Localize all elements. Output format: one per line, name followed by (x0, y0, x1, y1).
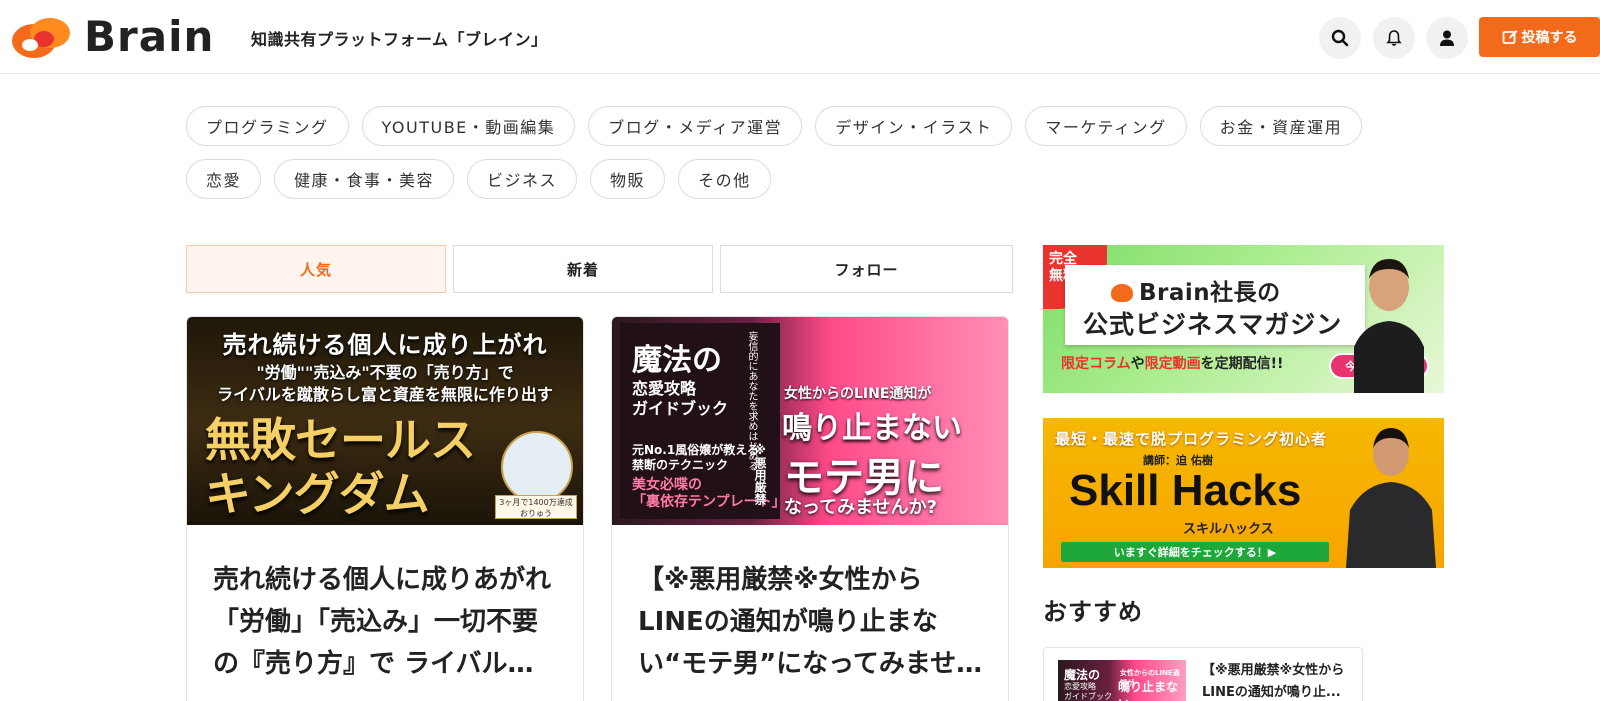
brain-magazine-banner[interactable]: 完全 無料 Brain社長の 公式ビジネスマガジン 限定コラムや限定動画を定期配… (1043, 245, 1444, 393)
tab-popular[interactable]: 人気 (186, 245, 446, 293)
thumb-text-line: ガイドブック (1064, 692, 1112, 701)
thumb-text-line: 元No.1風俗嬢が教える (632, 443, 759, 457)
banner-subtext-part: や (1130, 356, 1145, 372)
recommend-thumbnail[interactable]: 魔法の 恋愛攻略 ガイドブック 女性からのLINE通知が 鳴り止まない (1058, 660, 1186, 701)
thumb-text: 売れ続ける個人に成り上がれ (222, 331, 548, 359)
article-thumbnail[interactable]: 魔法の 恋愛攻略 ガイドブック 妄信的にあなたを求めはじめる 元No.1風俗嬢が… (612, 317, 1008, 525)
category-chip[interactable]: プログラミング (186, 106, 349, 146)
banner-subtext: 限定コラムや限定動画を定期配信!! (1061, 353, 1283, 373)
brain-logo[interactable]: Brain (10, 14, 214, 60)
banner-product-name: Skill Hacks (1069, 466, 1302, 515)
thumb-text-line: 恋愛攻略 (1064, 682, 1096, 691)
thumb-headline-line: 無敗セールス (205, 413, 476, 467)
category-chip[interactable]: 健康・食事・美容 (274, 159, 455, 199)
account-button[interactable] (1426, 17, 1468, 59)
top-header: Brain 知識共有プラットフォーム「ブレイン」 投稿する (0, 0, 1600, 74)
person-photo-icon (1354, 259, 1424, 393)
search-icon (1331, 29, 1349, 47)
badge-text: おりゅう (520, 509, 552, 518)
article-title-text: 【※悪用厳禁※女性からLINEの通知が鳴り止まない“モテ男”になってみませんか? (638, 565, 983, 679)
skill-hacks-banner[interactable]: 最短・最速で脱プログラミング初心者 講師：迫 佑樹 Skill Hacks スキ… (1043, 418, 1444, 568)
thumb-text: ※悪用厳禁 (753, 443, 767, 505)
thumb-text: 元No.1風俗嬢が教える 禁断のテクニック (632, 443, 759, 473)
thumb-text: 女性からのLINE通知が (784, 386, 932, 402)
search-button[interactable] (1319, 17, 1361, 59)
tab-new[interactable]: 新着 (453, 245, 713, 293)
thumb-text-line: 禁断のテクニック (632, 458, 729, 472)
notification-button[interactable] (1373, 17, 1415, 59)
recommend-heading: おすすめ (1043, 598, 1143, 626)
banner-headline: 最短・最速で脱プログラミング初心者 (1055, 430, 1328, 448)
thumb-text: なってみませんか? (784, 497, 938, 518)
site-tagline: 知識共有プラットフォーム「ブレイン」 (251, 30, 548, 49)
category-chip[interactable]: 恋愛 (186, 159, 262, 199)
user-icon (1440, 30, 1454, 46)
thumb-text-line: 恋愛攻略 (632, 379, 697, 398)
article-title[interactable]: 売れ続ける個人に成りあがれ 「労働」「売込み」一切不要の『売り方』で ライバルを… (187, 525, 583, 695)
thumb-text: 鳴り止まない (782, 411, 962, 446)
banner-subtext-part: 限定動画 (1144, 356, 1201, 372)
thumb-text: 恋愛攻略 ガイドブック (632, 379, 728, 419)
brain-logo-icon (1111, 284, 1133, 302)
category-row-2: 恋愛 健康・食事・美容 ビジネス 物販 その他 (186, 159, 1366, 199)
thumb-text: ライバルを蹴散らし富と資産を無限に作り出す (217, 385, 553, 404)
thumb-text: 魔法の (1064, 668, 1101, 682)
thumb-text: 魔法の (632, 343, 722, 378)
category-chips: プログラミング YOUTUBE・動画編集 ブログ・メディア運営 デザイン・イラス… (186, 106, 1366, 212)
banner-headline-text: Brain社長の (1139, 280, 1281, 306)
article-thumbnail[interactable]: 売れ続ける個人に成り上がれ "労働""売込み"不要の「売り方」で ライバルを蹴散… (187, 317, 583, 525)
author-badge: 3ヶ月で1400万達成 おりゅう (495, 495, 577, 519)
logo-text: Brain (84, 12, 215, 61)
badge-text: 3ヶ月で1400万達成 (499, 498, 573, 507)
thumb-headline-line: キングダム (205, 467, 430, 521)
category-chip[interactable]: ブログ・メディア運営 (588, 106, 803, 146)
category-chip[interactable]: デザイン・イラスト (815, 106, 1013, 146)
banner-headline: 公式ビジネスマガジン (1083, 310, 1343, 339)
banner-subtext-part: 限定コラム (1061, 356, 1131, 372)
recommend-title[interactable]: 【※悪用厳禁※女性からLINEの通知が鳴り止... (1202, 660, 1352, 701)
post-button[interactable]: 投稿する (1479, 17, 1600, 57)
brain-logo-mark-icon (12, 18, 70, 58)
tab-follow[interactable]: フォロー (720, 245, 1013, 293)
thumb-headline: 無敗セールス キングダム (205, 413, 476, 521)
post-button-label: 投稿する (1521, 30, 1578, 46)
recommend-item[interactable]: 魔法の 恋愛攻略 ガイドブック 女性からのLINE通知が 鳴り止まない 【※悪用… (1043, 647, 1363, 701)
edit-icon (1502, 30, 1517, 44)
category-chip[interactable]: 物販 (590, 159, 666, 199)
bell-icon (1386, 30, 1402, 46)
thumb-text: "労働""売込み"不要の「売り方」で (256, 363, 514, 382)
author-avatar (501, 431, 573, 503)
article-title[interactable]: 【※悪用厳禁※女性からLINEの通知が鳴り止まない“モテ男”になってみませんか? (612, 525, 1008, 695)
article-card[interactable]: 売れ続ける個人に成り上がれ "労働""売込み"不要の「売り方」で ライバルを蹴散… (186, 316, 584, 701)
category-chip[interactable]: マーケティング (1025, 106, 1187, 146)
article-title-text: 売れ続ける個人に成りあがれ 「労働」「売込み」一切不要の『売り方』で ライバルを… (213, 565, 552, 679)
category-chip[interactable]: YOUTUBE・動画編集 (361, 106, 576, 146)
banner-headline: Brain社長の (1111, 273, 1281, 307)
check-details-button[interactable]: いますぐ詳細をチェックする！▶ (1061, 542, 1329, 562)
thumb-text: 鳴り止まない (1118, 680, 1179, 701)
category-chip[interactable]: ビジネス (467, 159, 578, 199)
thumb-text: 恋愛攻略 ガイドブック (1064, 682, 1112, 701)
article-card[interactable]: 魔法の 恋愛攻略 ガイドブック 妄信的にあなたを求めはじめる 元No.1風俗嬢が… (611, 316, 1009, 701)
category-row-1: プログラミング YOUTUBE・動画編集 ブログ・メディア運営 デザイン・イラス… (186, 106, 1366, 146)
person-photo-icon (1346, 428, 1436, 568)
banner-product-kana: スキルハックス (1183, 522, 1274, 537)
banner-subtext-part: を定期配信!! (1200, 356, 1284, 372)
feed-tabs: 人気 新着 フォロー (186, 245, 1013, 293)
thumb-text-line: ガイドブック (632, 399, 729, 418)
category-chip[interactable]: その他 (678, 159, 771, 199)
category-chip[interactable]: お金・資産運用 (1199, 106, 1363, 146)
